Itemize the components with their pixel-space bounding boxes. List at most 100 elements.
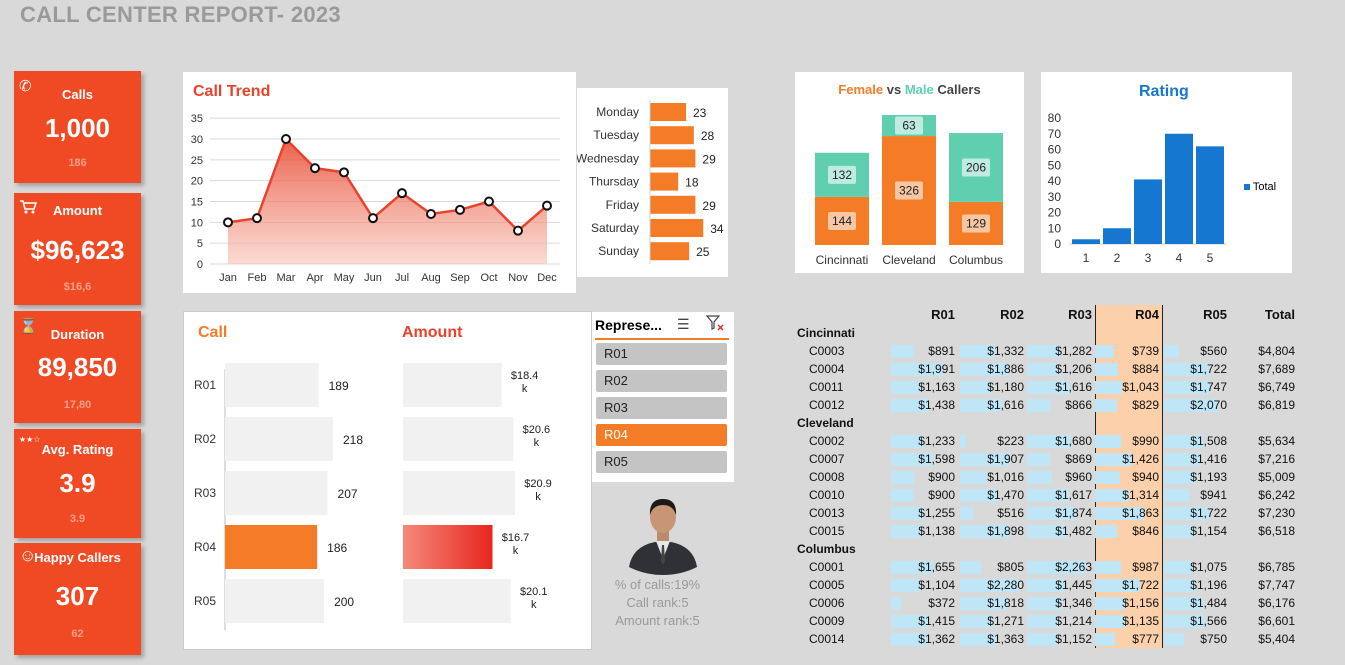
total-cell: $6,176: [1258, 596, 1295, 610]
value-cell: $777: [1132, 632, 1159, 646]
value-cell: $1,180: [987, 380, 1024, 394]
value-cell: $1,566: [1190, 614, 1227, 628]
row-label: C0014: [809, 632, 845, 646]
value-cell: $1,722: [1190, 362, 1227, 376]
value-cell: $1,196: [1190, 578, 1227, 592]
value-cell: $1,898: [987, 524, 1024, 538]
value-cell: $1,282: [1055, 344, 1092, 358]
value-cell: $2,070: [1190, 398, 1227, 412]
value-cell: $1,193: [1190, 470, 1227, 484]
total-cell: $7,689: [1258, 362, 1295, 376]
value-cell: $1,206: [1055, 362, 1092, 376]
value-cell: $960: [1065, 470, 1092, 484]
value-cell: $891: [928, 344, 955, 358]
group-label: Columbus: [797, 542, 856, 556]
total-cell: $5,634: [1258, 434, 1295, 448]
table-header: R04: [1135, 307, 1159, 322]
value-cell: $1,907: [987, 452, 1024, 466]
total-cell: $6,749: [1258, 380, 1295, 394]
value-cell: $900: [928, 470, 955, 484]
row-label: C0010: [809, 488, 845, 502]
value-cell: $1,508: [1190, 434, 1227, 448]
value-cell: $1,152: [1055, 632, 1092, 646]
total-cell: $4,804: [1258, 344, 1295, 358]
value-cell: $1,214: [1055, 614, 1092, 628]
value-cell: $1,484: [1190, 596, 1227, 610]
total-cell: $6,785: [1258, 560, 1295, 574]
value-cell: $560: [1200, 344, 1227, 358]
value-cell: $1,415: [918, 614, 955, 628]
value-cell: $990: [1132, 434, 1159, 448]
value-cell: $1,616: [987, 398, 1024, 412]
value-cell: $1,747: [1190, 380, 1227, 394]
value-cell: $1,445: [1055, 578, 1092, 592]
value-cell: $1,332: [987, 344, 1024, 358]
value-cell: $1,598: [918, 452, 955, 466]
value-cell: $941: [1200, 488, 1227, 502]
table-header: R05: [1203, 307, 1227, 322]
table-header: R02: [1000, 307, 1024, 322]
value-cell: $1,346: [1055, 596, 1092, 610]
total-cell: $7,216: [1258, 452, 1295, 466]
total-cell: $7,230: [1258, 506, 1295, 520]
value-cell: $846: [1132, 524, 1159, 538]
value-cell: $866: [1065, 398, 1092, 412]
group-label: Cleveland: [797, 416, 854, 430]
value-cell: $1,314: [1122, 488, 1159, 502]
row-label: C0011: [809, 380, 844, 394]
value-cell: $223: [997, 434, 1024, 448]
total-cell: $6,601: [1258, 614, 1295, 628]
row-label: C0003: [809, 344, 845, 358]
row-label: C0013: [809, 506, 845, 520]
value-cell: $1,016: [987, 470, 1024, 484]
value-cell: $1,680: [1055, 434, 1092, 448]
value-cell: $1,075: [1190, 560, 1227, 574]
value-cell: $1,818: [987, 596, 1024, 610]
value-cell: $1,363: [987, 632, 1024, 646]
value-cell: $1,863: [1122, 506, 1159, 520]
value-cell: $900: [928, 488, 955, 502]
row-label: C0008: [809, 470, 845, 484]
value-cell: $1,886: [987, 362, 1024, 376]
value-cell: $1,135: [1122, 614, 1159, 628]
value-cell: $1,043: [1122, 380, 1159, 394]
row-label: C0012: [809, 398, 845, 412]
value-cell: $1,163: [918, 380, 955, 394]
value-cell: $1,482: [1055, 524, 1092, 538]
table-header: R03: [1068, 307, 1092, 322]
value-cell: $829: [1132, 398, 1159, 412]
value-cell: $739: [1132, 344, 1159, 358]
value-cell: $2,263: [1055, 560, 1092, 574]
pivot-table: R01 R02 R03 R04 R05 Total Cincinnati C0003 $891 $…: [0, 0, 1345, 665]
value-cell: $1,255: [918, 506, 955, 520]
total-cell: $6,819: [1258, 398, 1295, 412]
total-cell: $5,404: [1258, 632, 1295, 646]
row-label: C0007: [809, 452, 845, 466]
value-cell: $1,156: [1122, 596, 1159, 610]
value-cell: $1,271: [987, 614, 1024, 628]
value-cell: $2,280: [987, 578, 1024, 592]
row-label: C0002: [809, 434, 845, 448]
total-cell: $6,242: [1258, 488, 1295, 502]
value-cell: $1,426: [1122, 452, 1159, 466]
value-cell: $1,104: [918, 578, 955, 592]
value-cell: $884: [1132, 362, 1159, 376]
value-cell: $1,233: [918, 434, 955, 448]
row-label: C0005: [809, 578, 845, 592]
value-cell: $1,616: [1055, 380, 1092, 394]
total-cell: $6,518: [1258, 524, 1295, 538]
value-cell: $1,722: [1122, 578, 1159, 592]
total-cell: $5,009: [1258, 470, 1295, 484]
row-label: C0004: [809, 362, 845, 376]
value-cell: $1,138: [918, 524, 955, 538]
row-label: C0015: [809, 524, 845, 538]
table-header: R01: [931, 307, 955, 322]
value-cell: $1,617: [1055, 488, 1092, 502]
value-cell: $372: [928, 596, 955, 610]
row-label: C0001: [809, 560, 845, 574]
value-cell: $987: [1132, 560, 1159, 574]
value-cell: $516: [997, 506, 1024, 520]
value-cell: $1,416: [1190, 452, 1227, 466]
total-cell: $7,747: [1258, 578, 1295, 592]
value-cell: $1,438: [918, 398, 955, 412]
